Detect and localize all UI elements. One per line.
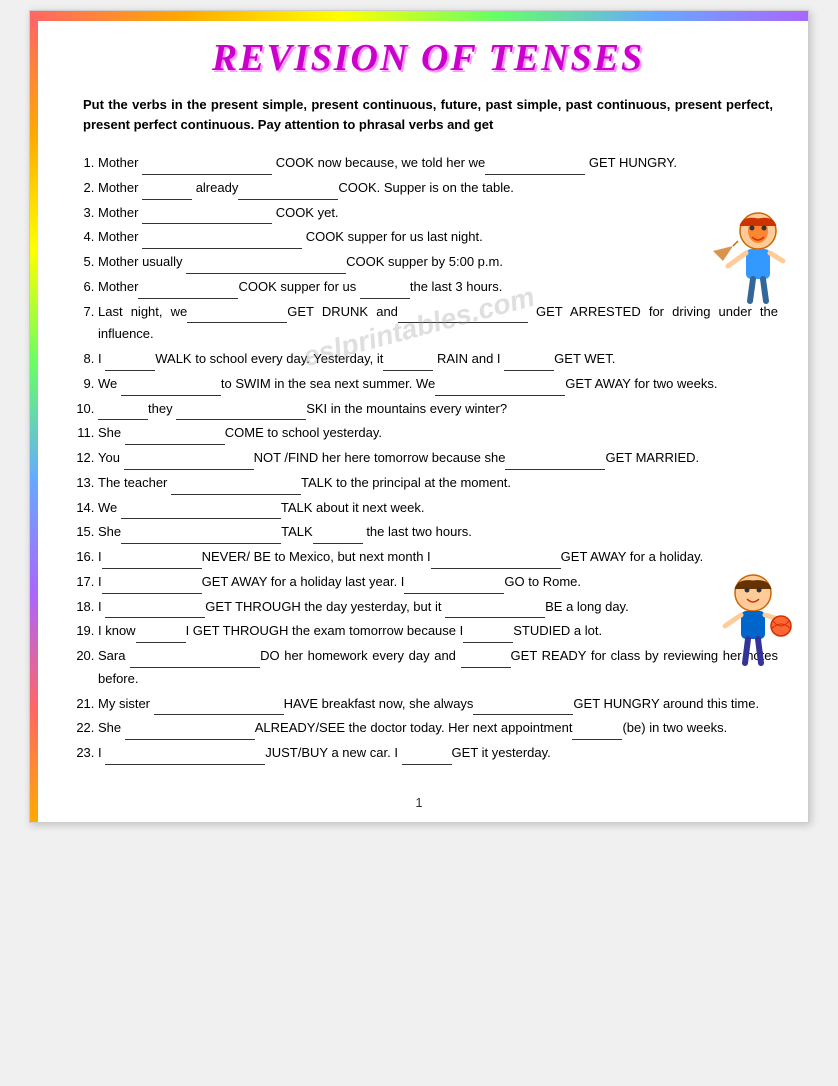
top-border [30,11,808,21]
instructions: Put the verbs in the present simple, pre… [78,95,778,134]
cartoon-bottom-right [703,571,793,681]
list-item: Mother COOK supper for us last night. [98,226,778,249]
blank[interactable] [130,654,260,668]
blank[interactable] [142,186,192,200]
blank[interactable] [121,505,281,519]
list-item: I WALK to school every day. Yesterday, i… [98,348,778,371]
list-item: I GET THROUGH the day yesterday, but it … [98,596,778,619]
blank[interactable] [136,629,186,643]
blank[interactable] [142,161,272,175]
list-item: We to SWIM in the sea next summer. WeGET… [98,373,778,396]
list-item: The teacher TALK to the principal at the… [98,472,778,495]
cartoon-top-right [698,211,788,321]
list-item: She ALREADY/SEE the doctor today. Her ne… [98,717,778,740]
blank[interactable] [142,235,302,249]
blank[interactable] [121,530,281,544]
blank[interactable] [505,456,605,470]
left-border [30,21,38,822]
page-title: REVISION OF TENSES [78,36,778,80]
blank[interactable] [186,260,346,274]
list-item: IGET AWAY for a holiday last year. IGO t… [98,571,778,594]
list-item: they SKI in the mountains every winter? [98,398,778,421]
blank[interactable] [98,406,148,420]
list-item: Last night, weGET DRUNK and GET ARRESTED… [98,301,778,347]
blank[interactable] [176,406,306,420]
list-item: Sara DO her homework every day and GET R… [98,645,778,691]
blank[interactable] [504,357,554,371]
page: REVISION OF TENSES Put the verbs in the … [29,10,809,823]
blank[interactable] [431,555,561,569]
blank[interactable] [572,726,622,740]
blank[interactable] [125,726,255,740]
list-item: Mother usually COOK supper by 5:00 p.m. [98,251,778,274]
blank[interactable] [105,357,155,371]
blank[interactable] [463,629,513,643]
blank[interactable] [138,285,238,299]
list-item: We TALK about it next week. [98,497,778,520]
blank[interactable] [313,530,363,544]
blank[interactable] [360,285,410,299]
list-item: SheTALK the last two hours. [98,521,778,544]
blank[interactable] [142,210,272,224]
list-item: My sister HAVE breakfast now, she always… [98,693,778,716]
list-item: You NOT /FIND her here tomorrow because … [98,447,778,470]
blank[interactable] [124,456,254,470]
list-item: Mother COOK now because, we told her we … [98,152,778,175]
list-item: MotherCOOK supper for us the last 3 hour… [98,276,778,299]
blank[interactable] [105,751,265,765]
blank[interactable] [238,186,338,200]
blank[interactable] [402,751,452,765]
list-item: Mother COOK yet. [98,202,778,225]
blank[interactable] [105,604,205,618]
blank[interactable] [121,382,221,396]
exercises-container: Mother COOK now because, we told her we … [78,152,778,765]
list-item: I JUST/BUY a new car. I GET it yesterday… [98,742,778,765]
blank[interactable] [435,382,565,396]
blank[interactable] [102,555,202,569]
blank[interactable] [102,580,202,594]
blank[interactable] [171,481,301,495]
blank[interactable] [383,357,433,371]
blank[interactable] [404,580,504,594]
footer: 1 [30,787,808,822]
blank[interactable] [125,431,225,445]
blank[interactable] [485,161,585,175]
list-item: I knowI GET THROUGH the exam tomorrow be… [98,620,778,643]
blank[interactable] [461,654,511,668]
blank[interactable] [473,701,573,715]
blank[interactable] [398,309,528,323]
list-item: Mother alreadyCOOK. Supper is on the tab… [98,177,778,200]
blank[interactable] [445,604,545,618]
blank[interactable] [187,309,287,323]
list-item: INEVER/ BE to Mexico, but next month IGE… [98,546,778,569]
blank[interactable] [154,701,284,715]
list-item: She COME to school yesterday. [98,422,778,445]
